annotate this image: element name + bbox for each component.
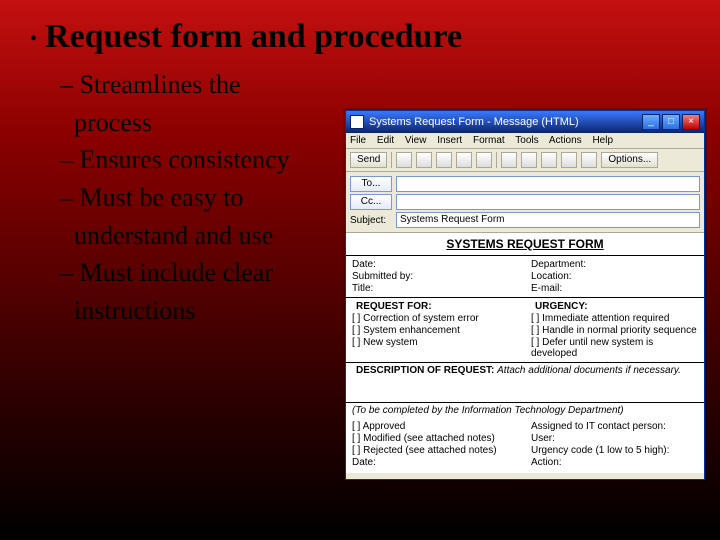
address-block: To... Cc... Subject: Systems Request For… xyxy=(346,172,704,233)
menu-actions[interactable]: Actions xyxy=(549,135,582,146)
urgency-head: URGENCY: xyxy=(531,301,698,312)
it-assigned: Assigned to IT contact person: xyxy=(531,421,698,432)
bullet-2: – Ensures consistency xyxy=(60,141,380,179)
it-rejected: Rejected (see attached notes) xyxy=(352,445,519,456)
bullet-4: – Must include clear xyxy=(60,254,380,292)
send-button[interactable]: Send xyxy=(350,152,387,168)
req-opt-1: Correction of system error xyxy=(352,313,519,324)
menu-view[interactable]: View xyxy=(405,135,427,146)
titlebar: Systems Request Form - Message (HTML) _ … xyxy=(346,111,704,133)
req-opt-2: System enhancement xyxy=(352,325,519,336)
field-dept: Department: xyxy=(531,259,698,270)
field-email: E-mail: xyxy=(531,283,698,294)
it-approved: Approved xyxy=(352,421,519,432)
bullet-4b: instructions xyxy=(60,292,380,330)
it-modified: Modified (see attached notes) xyxy=(352,433,519,444)
toolbar: Send Options... xyxy=(346,149,704,172)
bullet-3: – Must be easy to xyxy=(60,179,380,217)
subject-field[interactable]: Systems Request Form xyxy=(396,212,700,228)
bullet-3b: understand and use xyxy=(60,217,380,255)
toolbar-separator xyxy=(496,152,497,168)
cc-button[interactable]: Cc... xyxy=(350,194,392,210)
req-opt-3: New system xyxy=(352,337,519,348)
email-window: Systems Request Form - Message (HTML) _ … xyxy=(345,110,705,480)
urg-opt-3: Defer until new system is developed xyxy=(531,337,698,359)
attach-icon[interactable] xyxy=(501,152,517,168)
close-button[interactable]: × xyxy=(682,114,700,130)
app-icon xyxy=(350,115,364,129)
menu-edit[interactable]: Edit xyxy=(377,135,394,146)
bullet-list: – Streamlines the process – Ensures cons… xyxy=(60,66,380,330)
field-title: Title: xyxy=(352,283,519,294)
cut-icon[interactable] xyxy=(436,152,452,168)
menu-help[interactable]: Help xyxy=(592,135,613,146)
save-icon[interactable] xyxy=(396,152,412,168)
menu-format[interactable]: Format xyxy=(473,135,505,146)
field-date: Date: xyxy=(352,259,519,270)
bullet-1b: process xyxy=(60,104,380,142)
menu-bar: File Edit View Insert Format Tools Actio… xyxy=(346,133,704,149)
options-button[interactable]: Options... xyxy=(601,152,658,168)
paste-icon[interactable] xyxy=(476,152,492,168)
it-note: (To be completed by the Information Tech… xyxy=(346,403,704,418)
menu-file[interactable]: File xyxy=(350,135,366,146)
menu-insert[interactable]: Insert xyxy=(437,135,462,146)
print-icon[interactable] xyxy=(416,152,432,168)
it-date: Date: xyxy=(352,457,519,468)
importance-low-icon[interactable] xyxy=(561,152,577,168)
it-urgency-code: Urgency code (1 low to 5 high): xyxy=(531,445,698,456)
importance-high-icon[interactable] xyxy=(541,152,557,168)
window-title: Systems Request Form - Message (HTML) xyxy=(369,116,642,128)
title-bullet: • xyxy=(30,28,37,51)
bullet-1: – Streamlines the xyxy=(60,66,380,104)
copy-icon[interactable] xyxy=(456,152,472,168)
addressbook-icon[interactable] xyxy=(521,152,537,168)
menu-tools[interactable]: Tools xyxy=(515,135,538,146)
it-user: User: xyxy=(531,433,698,444)
to-field[interactable] xyxy=(396,176,700,192)
maximize-button[interactable]: □ xyxy=(662,114,680,130)
urg-opt-2: Handle in normal priority sequence xyxy=(531,325,698,336)
it-action: Action: xyxy=(531,457,698,468)
subject-label: Subject: xyxy=(350,215,392,226)
minimize-button[interactable]: _ xyxy=(642,114,660,130)
flag-icon[interactable] xyxy=(581,152,597,168)
message-body: SYSTEMS REQUEST FORM Date: Submitted by:… xyxy=(346,233,704,473)
field-submitted: Submitted by: xyxy=(352,271,519,282)
request-for-head: REQUEST FOR: xyxy=(352,301,519,312)
toolbar-separator xyxy=(391,152,392,168)
cc-field[interactable] xyxy=(396,194,700,210)
to-button[interactable]: To... xyxy=(350,176,392,192)
field-location: Location: xyxy=(531,271,698,282)
slide-title: Request form and procedure xyxy=(45,18,462,56)
form-heading: SYSTEMS REQUEST FORM xyxy=(346,233,704,256)
urg-opt-1: Immediate attention required xyxy=(531,313,698,324)
desc-hint: Attach additional documents if necessary… xyxy=(497,365,681,376)
desc-head: DESCRIPTION OF REQUEST: xyxy=(352,365,494,376)
